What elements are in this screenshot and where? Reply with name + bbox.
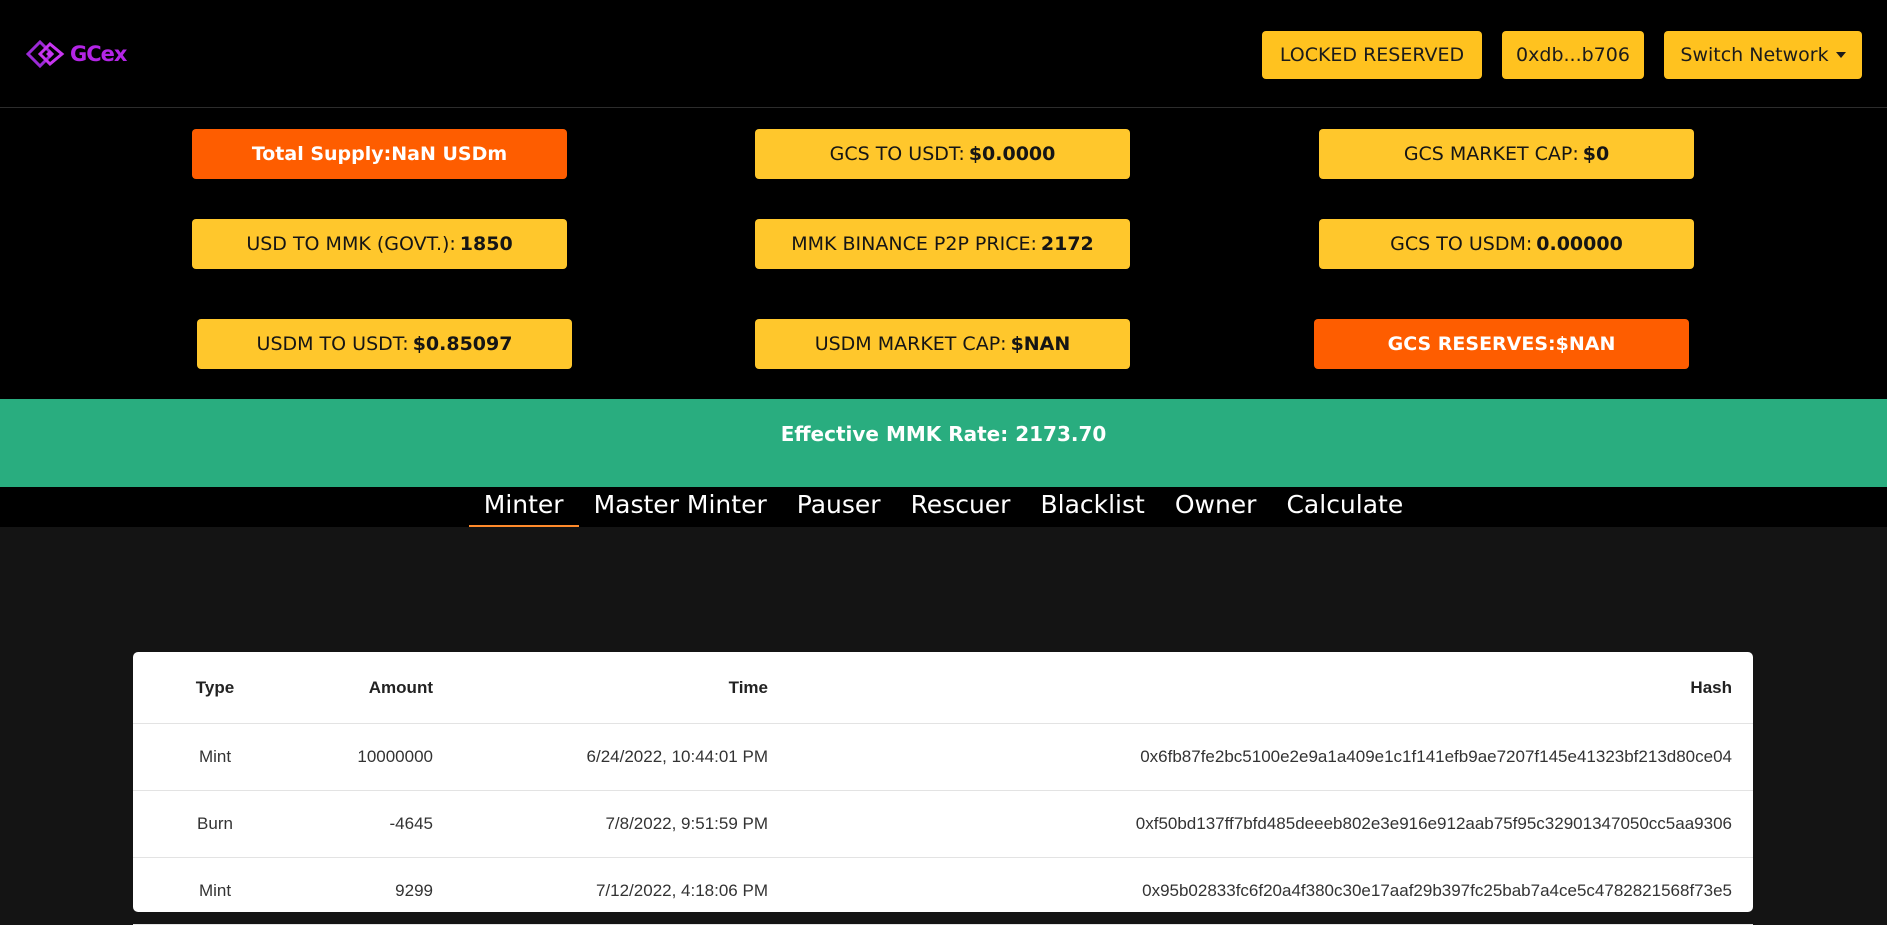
gcs-to-usdm-badge: GCS TO USDM: 0.00000 (1319, 219, 1694, 269)
cell-time: 6/24/2022, 10:44:01 PM (433, 723, 768, 791)
column-header-hash: Hash (768, 652, 1753, 724)
cell-type: Mint (133, 857, 283, 925)
mmk-binance-p2p-value: 2172 (1040, 233, 1094, 255)
gcex-logo-icon (26, 39, 65, 69)
effective-mmk-rate-banner: Effective MMK Rate: 2173.70 (0, 399, 1887, 487)
gcs-reserves-badge: GCS RESERVES: $NAN (1314, 319, 1689, 369)
mmk-binance-p2p-badge: MMK BINANCE P2P PRICE: 2172 (755, 219, 1130, 269)
tab-calculate[interactable]: Calculate (1271, 487, 1418, 527)
tab-minter[interactable]: Minter (468, 487, 579, 527)
cell-amount: 10000000 (283, 723, 433, 791)
switch-network-label: Switch Network (1680, 44, 1829, 66)
usdm-to-usdt-badge: USDM TO USDT: $0.85097 (197, 319, 572, 369)
usd-to-mmk-label: USD TO MMK (GOVT.): (246, 233, 456, 255)
table-header-row: Type Amount Time Hash (133, 652, 1753, 724)
transactions-table-card: Type Amount Time Hash Mint 10000000 6/24… (133, 652, 1753, 925)
gcs-reserves-label: GCS RESERVES: (1387, 333, 1556, 355)
gcs-to-usdt-label: GCS TO USDT: (829, 143, 965, 165)
table-row: Mint 9299 7/12/2022, 4:18:06 PM 0x95b028… (133, 857, 1753, 925)
logo-text: GCex (70, 42, 127, 66)
role-tabs: Minter Master Minter Pauser Rescuer Blac… (0, 487, 1887, 527)
gcs-market-cap-badge: GCS MARKET CAP: $0 (1319, 129, 1694, 179)
usdm-market-cap-label: USDM MARKET CAP: (814, 333, 1007, 355)
column-header-amount: Amount (283, 652, 433, 724)
effective-mmk-rate-text: Effective MMK Rate: 2173.70 (780, 422, 1107, 446)
locked-reserved-button[interactable]: LOCKED RESERVED (1262, 31, 1482, 79)
column-header-type: Type (133, 652, 283, 724)
caret-down-icon (1835, 52, 1846, 58)
total-supply-badge: Total Supply: NaN USDm (192, 129, 567, 179)
table-row: Burn -4645 7/8/2022, 9:51:59 PM 0xf50bd1… (133, 790, 1753, 858)
mmk-binance-p2p-label: MMK BINANCE P2P PRICE: (791, 233, 1037, 255)
top-navbar: GCex LOCKED RESERVED 0xdb...b706 Switch … (0, 0, 1887, 108)
usdm-to-usdt-label: USDM TO USDT: (256, 333, 409, 355)
stats-panel: Total Supply: NaN USDm GCS TO USDT: $0.0… (0, 108, 1887, 399)
usd-to-mmk-badge: USD TO MMK (GOVT.): 1850 (192, 219, 567, 269)
usdm-to-usdt-value: $0.85097 (412, 333, 513, 355)
gcs-to-usdt-value: $0.0000 (968, 143, 1056, 165)
cell-type: Burn (133, 790, 283, 858)
brand-logo[interactable]: GCex (26, 38, 127, 70)
column-header-time: Time (433, 652, 768, 724)
cell-hash: 0xf50bd137ff7bfd485deeeb802e3e916e912aab… (768, 790, 1753, 858)
total-supply-value: NaN USDm (391, 143, 508, 165)
tab-rescuer[interactable]: Rescuer (896, 487, 1026, 527)
cell-time: 7/8/2022, 9:51:59 PM (433, 790, 768, 858)
cell-amount: -4645 (283, 790, 433, 858)
gcs-to-usdm-label: GCS TO USDM: (1390, 233, 1533, 255)
cell-amount: 9299 (283, 857, 433, 925)
total-supply-label: Total Supply: (251, 143, 392, 165)
usdm-market-cap-badge: USDM MARKET CAP: $NAN (755, 319, 1130, 369)
gcs-to-usdm-value: 0.00000 (1536, 233, 1623, 255)
tab-master-minter[interactable]: Master Minter (579, 487, 782, 527)
table-row: Mint 10000000 6/24/2022, 10:44:01 PM 0x6… (133, 723, 1753, 791)
usd-to-mmk-value: 1850 (459, 233, 513, 255)
wallet-address-button[interactable]: 0xdb...b706 (1502, 31, 1644, 79)
gcs-market-cap-value: $0 (1582, 143, 1610, 165)
tab-owner[interactable]: Owner (1160, 487, 1272, 527)
usdm-market-cap-value: $NAN (1010, 333, 1071, 355)
cell-type: Mint (133, 723, 283, 791)
tab-blacklist[interactable]: Blacklist (1025, 487, 1159, 527)
tab-pauser[interactable]: Pauser (782, 487, 896, 527)
gcs-market-cap-label: GCS MARKET CAP: (1403, 143, 1579, 165)
cell-time: 7/12/2022, 4:18:06 PM (433, 857, 768, 925)
switch-network-dropdown[interactable]: Switch Network (1664, 31, 1862, 79)
gcs-reserves-value: $NAN (1555, 333, 1616, 355)
gcs-to-usdt-badge: GCS TO USDT: $0.0000 (755, 129, 1130, 179)
cell-hash: 0x6fb87fe2bc5100e2e9a1a409e1c1f141efb9ae… (768, 723, 1753, 791)
cell-hash: 0x95b02833fc6f20a4f380c30e17aaf29b397fc2… (768, 857, 1753, 925)
transactions-table: Type Amount Time Hash Mint 10000000 6/24… (133, 652, 1753, 925)
